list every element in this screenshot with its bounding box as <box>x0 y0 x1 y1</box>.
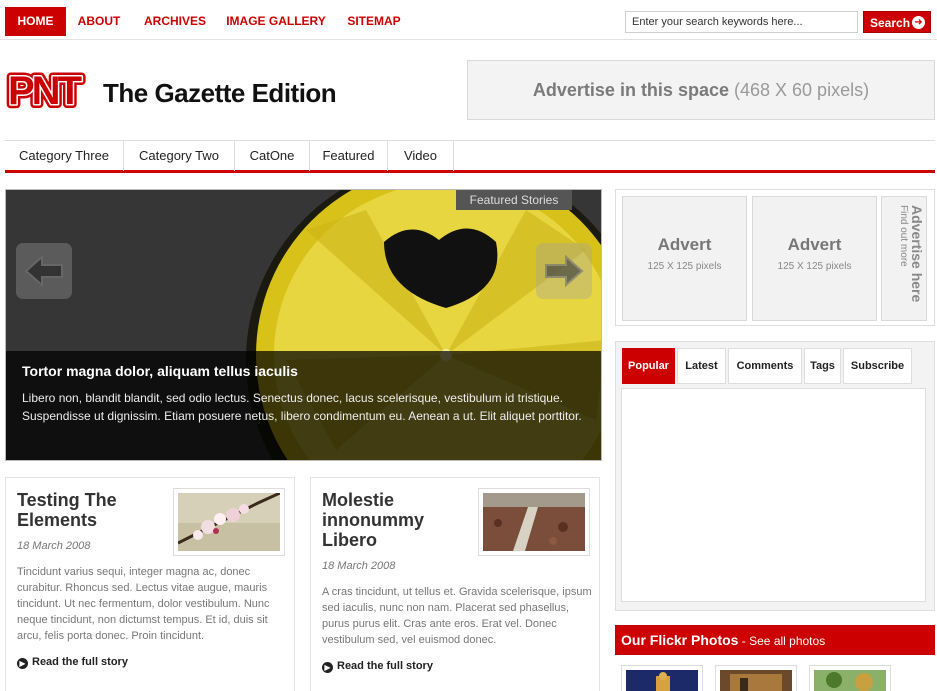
post-card: Molestie innonummy Libero 18 March 2008 … <box>310 477 600 691</box>
arrow-right-circle-icon: ▶ <box>17 658 28 669</box>
blossom-image <box>177 491 281 551</box>
slider-prev-button[interactable] <box>16 243 72 299</box>
category-navigation: Category Three Category Two CatOne Featu… <box>5 140 935 173</box>
advertise-here-box[interactable]: Advertise here Find out more <box>881 196 927 321</box>
advert-size: 125 X 125 pixels <box>647 261 722 272</box>
category-two-link[interactable]: Category Two <box>124 141 235 171</box>
logo-fill: PNT <box>8 69 82 112</box>
read-more-link[interactable]: ▶ Read the full story <box>17 656 128 669</box>
featured-stories-tag: Featured Stories <box>456 190 572 210</box>
flickr-header: Our Flickr Photos - See all photos <box>615 625 935 655</box>
flickr-photo-image <box>626 670 698 691</box>
post-date: 18 March 2008 <box>17 540 91 552</box>
advert-title: Advert <box>787 235 842 254</box>
post-thumbnail[interactable] <box>478 488 590 556</box>
read-more-label: Read the full story <box>337 660 433 672</box>
ad-banner-main-text: Advertise in this space <box>532 80 729 100</box>
read-more-label: Read the full story <box>32 656 128 668</box>
advert-box[interactable]: Advert 125 X 125 pixels <box>622 196 747 321</box>
tab-popular[interactable]: Popular <box>622 348 675 384</box>
header-ad-banner[interactable]: Advertise in this space (468 X 60 pixels… <box>467 60 935 120</box>
search-button-label: Search <box>870 16 911 30</box>
category-catone-link[interactable]: CatOne <box>235 141 310 171</box>
top-navigation: HOME ABOUT ARCHIVES IMAGE GALLERY SITEMA… <box>0 0 937 40</box>
slider-caption-text: Libero non, blandit blandit, sed odio le… <box>22 391 582 423</box>
advert-size: 125 X 125 pixels <box>777 261 852 272</box>
tab-panel <box>621 388 926 602</box>
category-three-link[interactable]: Category Three <box>5 141 124 171</box>
search-button[interactable]: Search ➜ <box>863 11 931 33</box>
slider-next-button[interactable] <box>536 243 592 299</box>
nav-image-gallery[interactable]: IMAGE GALLERY <box>222 7 330 36</box>
tabs-widget: Popular Latest Comments Tags Subscribe <box>615 341 935 611</box>
slider-caption: Tortor magna dolor, aliquam tellus iacul… <box>6 351 601 460</box>
nav-home[interactable]: HOME <box>5 7 66 36</box>
arrow-left-icon <box>24 254 63 288</box>
arrow-right-circle-icon: ▶ <box>322 662 333 673</box>
category-video-link[interactable]: Video <box>388 141 454 171</box>
flickr-see-all-link[interactable]: - See all photos <box>738 634 825 648</box>
category-featured-link[interactable]: Featured <box>310 141 388 171</box>
post-thumbnail[interactable] <box>173 488 285 556</box>
nav-sitemap[interactable]: SITEMAP <box>340 7 408 36</box>
tab-comments[interactable]: Comments <box>728 348 802 384</box>
arrow-right-icon <box>545 254 584 288</box>
advert-box[interactable]: Advert 125 X 125 pixels <box>752 196 877 321</box>
post-date: 18 March 2008 <box>322 560 396 572</box>
featured-slider[interactable]: Featured Stories Tortor magna dolor, ali… <box>5 189 602 461</box>
post-excerpt: Tincidunt varius sequi, integer magna ac… <box>17 566 270 642</box>
post-card: Testing The Elements 18 March 2008 Tinci… <box>5 477 295 691</box>
flickr-photo-image <box>720 670 792 691</box>
tab-tags[interactable]: Tags <box>804 348 841 384</box>
arrow-right-circle-icon: ➜ <box>912 16 925 29</box>
post-excerpt: A cras tincidunt, ut tellus et. Gravida … <box>322 586 592 646</box>
flickr-photo[interactable] <box>809 665 891 691</box>
find-out-more-label: Find out more <box>898 205 909 267</box>
advertise-here-label: Advertise here <box>909 205 925 303</box>
post-title[interactable]: Testing The Elements <box>17 490 157 530</box>
flickr-photo[interactable] <box>715 665 797 691</box>
flickr-photo-image <box>814 670 886 691</box>
nav-archives[interactable]: ARCHIVES <box>138 7 212 36</box>
flickr-title: Our Flickr Photos <box>621 632 739 648</box>
post-title[interactable]: Molestie innonummy Libero <box>322 490 462 550</box>
slider-caption-title[interactable]: Tortor magna dolor, aliquam tellus iacul… <box>22 363 587 379</box>
tab-latest[interactable]: Latest <box>677 348 726 384</box>
nav-about[interactable]: ABOUT <box>70 7 128 36</box>
flickr-photo[interactable] <box>621 665 703 691</box>
sidebar-ads: Advert 125 X 125 pixels Advert 125 X 125… <box>615 189 935 326</box>
search-input[interactable]: Enter your search keywords here... <box>625 11 858 33</box>
read-more-link[interactable]: ▶ Read the full story <box>322 660 433 673</box>
site-logo[interactable]: PNT PNT PNT <box>6 66 102 112</box>
site-title[interactable]: The Gazette Edition <box>103 78 337 109</box>
ad-banner-size-text: (468 X 60 pixels) <box>734 80 870 100</box>
flickr-widget: Our Flickr Photos - See all photos <box>615 625 935 691</box>
advert-title: Advert <box>657 235 712 254</box>
field-path-image <box>483 493 585 551</box>
tab-subscribe[interactable]: Subscribe <box>843 348 912 384</box>
